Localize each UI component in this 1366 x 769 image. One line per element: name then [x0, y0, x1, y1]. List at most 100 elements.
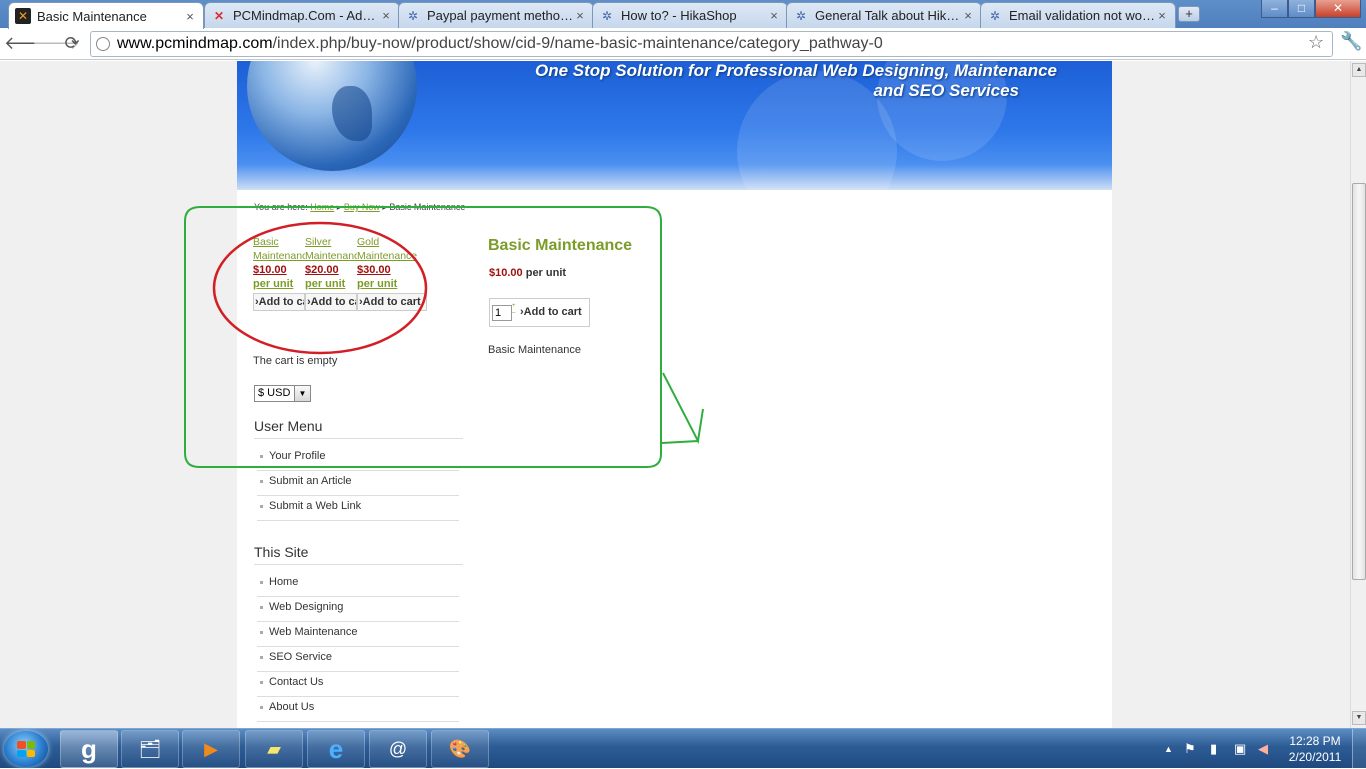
show-hidden-icons-icon[interactable]: ▲: [1164, 744, 1173, 754]
tab-title: General Talk about HikaS...: [815, 8, 961, 23]
tab-paypal-payment[interactable]: ✲ Paypal payment method ... ×: [398, 2, 594, 28]
joomla-icon: ✕: [213, 8, 225, 23]
bullet-icon: [260, 505, 263, 508]
site-item-home[interactable]: Home: [257, 572, 459, 597]
media-player-icon[interactable]: ▶: [182, 730, 240, 768]
product-price: $20.00: [305, 264, 339, 276]
start-button[interactable]: [4, 731, 48, 767]
url-domain: www.pcmindmap.com: [117, 35, 273, 52]
email-icon[interactable]: @: [369, 730, 427, 768]
tab-close-icon[interactable]: ×: [573, 8, 587, 23]
bullet-icon: [260, 706, 263, 709]
back-button[interactable]: 🡐: [4, 32, 52, 56]
wrench-menu-icon[interactable]: 🔧: [1340, 31, 1362, 52]
windows-taskbar: g 🗂 ▶ ▰ e @ 🎨 ▲ ⚑ ▮ ▣ ◀ 12:28 PM 2/20/20…: [0, 728, 1366, 769]
quantity-stepper[interactable]: + –: [512, 303, 517, 323]
product-title: Basic Maintenance: [488, 237, 633, 254]
internet-explorer-icon[interactable]: e: [307, 730, 365, 768]
product-price: $10.00: [253, 264, 287, 276]
close-window-button[interactable]: ✕: [1315, 0, 1361, 18]
menu-item-your-profile[interactable]: Your Profile: [257, 446, 459, 471]
tab-pcmindmap-admin[interactable]: ✕ PCMindmap.Com - Adm... ×: [204, 2, 400, 28]
hikashop-icon: ✲: [795, 8, 807, 23]
currency-select[interactable]: $ USD ▼: [254, 385, 311, 402]
breadcrumb-separator: ▸: [336, 202, 342, 212]
breadcrumb-home-link[interactable]: Home: [310, 202, 334, 212]
menu-item-submit-weblink[interactable]: Submit a Web Link: [257, 496, 459, 521]
forward-button[interactable]: 🡒: [32, 32, 80, 56]
tab-title: PCMindmap.Com - Adm...: [233, 8, 379, 23]
minimize-button[interactable]: –: [1261, 0, 1288, 18]
browser-window: ✕ Basic Maintenance × ✕ PCMindmap.Com - …: [0, 0, 1366, 728]
address-bar[interactable]: www.pcmindmap.com/index.php/buy-now/prod…: [90, 31, 1333, 57]
bullet-icon: [260, 631, 263, 634]
show-desktop-button[interactable]: [1352, 729, 1366, 769]
tab-close-icon[interactable]: ×: [379, 8, 393, 23]
hikashop-icon: ✲: [989, 8, 1001, 23]
tagline-line1: One Stop Solution for Professional Web D…: [534, 61, 1057, 80]
product-link-gold[interactable]: Gold Maintenance: [357, 235, 427, 263]
tagline-line2: and SEO Services: [873, 81, 1019, 100]
chevron-down-icon[interactable]: ▼: [294, 386, 310, 401]
quantity-input[interactable]: 1: [492, 305, 512, 321]
action-center-flag-icon[interactable]: ⚑: [1184, 741, 1196, 757]
tab-general-talk[interactable]: ✲ General Talk about HikaS... ×: [786, 2, 982, 28]
site-item-web-maintenance[interactable]: Web Maintenance: [257, 622, 459, 647]
reload-button[interactable]: ⟳: [60, 32, 84, 56]
add-to-cart-button-basic[interactable]: ›Add to cart: [253, 293, 305, 311]
site-item-contact-us[interactable]: Contact Us: [257, 672, 459, 697]
product-card-silver: SilverMaintenance $20.00 per unit ›Add t…: [305, 235, 357, 311]
menu-item-submit-article[interactable]: Submit an Article: [257, 471, 459, 496]
paint-icon[interactable]: 🎨: [431, 730, 489, 768]
scroll-up-arrow-icon[interactable]: ▲: [1352, 63, 1366, 77]
network-icon[interactable]: ▣: [1234, 741, 1246, 757]
hikashop-icon: ✲: [601, 8, 613, 23]
product-link-basic[interactable]: BasicMaintenance: [253, 235, 305, 263]
bullet-icon: [260, 656, 263, 659]
tab-close-icon[interactable]: ×: [1155, 8, 1169, 23]
tab-close-icon[interactable]: ×: [961, 8, 975, 23]
google-icon[interactable]: g: [60, 730, 118, 768]
joomla-icon: ✕: [15, 8, 31, 24]
add-to-cart-button-gold[interactable]: ›Add to cart: [357, 293, 427, 311]
volume-muted-icon[interactable]: ◀: [1258, 741, 1268, 757]
breadcrumb-prefix: You are here:: [254, 202, 308, 212]
product-link-silver[interactable]: SilverMaintenance: [305, 235, 357, 263]
maximize-button[interactable]: □: [1288, 0, 1315, 18]
page-content: You are here: Home ▸ Buy Now ▸ Basic Mai…: [237, 190, 1112, 728]
vertical-scrollbar[interactable]: ▲ ▼: [1350, 61, 1366, 728]
page-container: One Stop Solution for Professional Web D…: [237, 61, 1112, 728]
clock[interactable]: 12:28 PM 2/20/2011: [1284, 733, 1346, 765]
tab-email-validation[interactable]: ✲ Email validation not work... ×: [980, 2, 1176, 28]
new-tab-button[interactable]: +: [1178, 6, 1200, 22]
battery-icon[interactable]: ▮: [1210, 741, 1217, 757]
tab-close-icon[interactable]: ×: [183, 9, 197, 24]
tab-how-to-hikashop[interactable]: ✲ How to? - HikaShop ×: [592, 2, 788, 28]
tab-close-icon[interactable]: ×: [767, 8, 781, 23]
product-detail-price: $10.00 per unit: [489, 267, 566, 279]
scroll-down-arrow-icon[interactable]: ▼: [1352, 711, 1366, 725]
bookmark-star-icon[interactable]: ☆: [1308, 32, 1324, 53]
product-card-basic: BasicMaintenance $10.00 per unit ›Add to…: [253, 235, 305, 311]
site-item-seo-service[interactable]: SEO Service: [257, 647, 459, 672]
site-item-web-designing[interactable]: Web Designing: [257, 597, 459, 622]
cart-empty-text: The cart is empty: [253, 355, 338, 367]
site-banner: One Stop Solution for Professional Web D…: [237, 61, 1112, 190]
tab-basic-maintenance[interactable]: ✕ Basic Maintenance ×: [8, 2, 204, 29]
add-to-cart-form: 1 + – ›Add to cart: [489, 298, 590, 327]
site-item-about-us[interactable]: About Us: [257, 697, 459, 722]
price-unit: per unit: [525, 267, 567, 279]
clock-date: 2/20/2011: [1288, 750, 1342, 764]
breadcrumb-buy-now-link[interactable]: Buy Now: [344, 202, 380, 212]
product-unit: per unit: [253, 278, 294, 290]
bullet-icon: [260, 681, 263, 684]
add-to-cart-button-silver[interactable]: ›Add to cart: [305, 293, 357, 311]
browser-toolbar: 🡐 🡒 ⟳ www.pcmindmap.com/index.php/buy-no…: [0, 28, 1366, 60]
tab-strip: ✕ Basic Maintenance × ✕ PCMindmap.Com - …: [0, 0, 1366, 29]
add-to-cart-button[interactable]: ›Add to cart: [520, 306, 582, 318]
breadcrumb-current: Basic Maintenance: [389, 202, 466, 212]
sticky-notes-icon[interactable]: ▰: [245, 730, 303, 768]
scroll-thumb[interactable]: [1352, 183, 1366, 580]
this-site-title: This Site: [254, 544, 463, 565]
explorer-icon[interactable]: 🗂: [121, 730, 179, 768]
